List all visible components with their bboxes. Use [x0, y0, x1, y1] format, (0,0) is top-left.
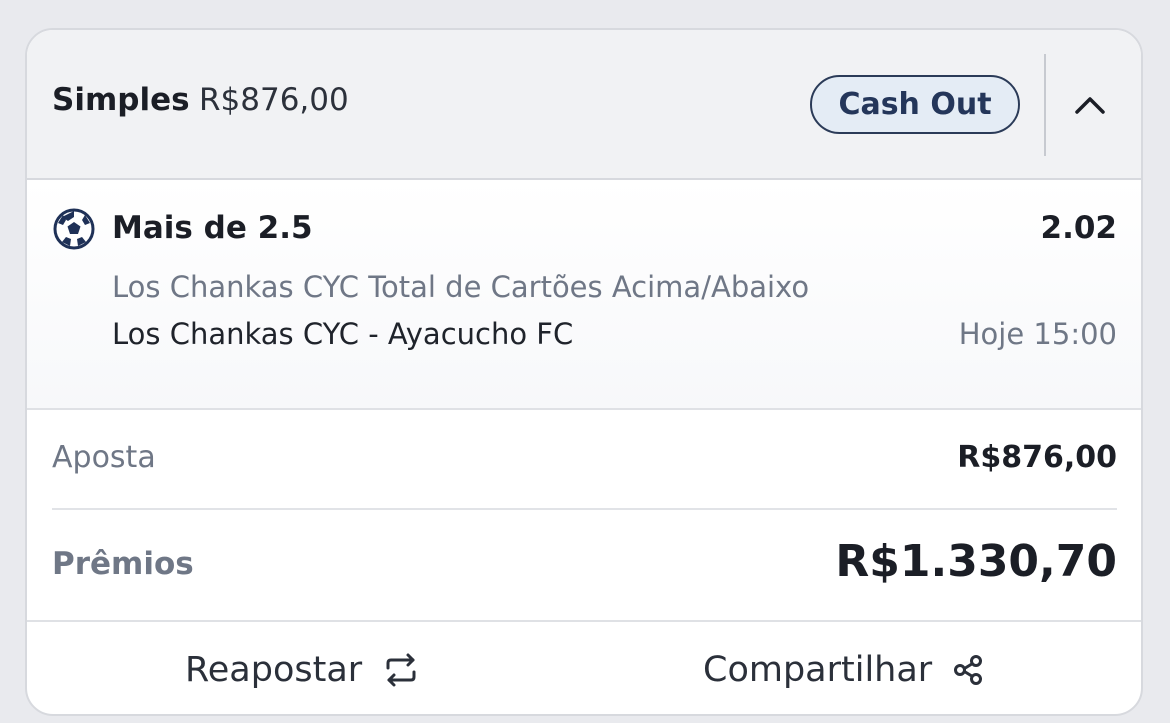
- prize-value: R$1.330,70: [835, 536, 1117, 587]
- prize-label: Prêmios: [52, 546, 194, 582]
- rebet-button[interactable]: Reapostar: [185, 622, 420, 714]
- cash-out-button[interactable]: Cash Out: [810, 75, 1020, 134]
- bet-card-header: Simples R$876,00 Cash Out: [27, 30, 1141, 180]
- stake-label: Aposta: [52, 440, 156, 475]
- prize-row: Prêmios R$1.330,70: [27, 510, 1141, 620]
- header-stake-amount: R$876,00: [199, 82, 349, 118]
- bet-type-label: Simples: [52, 82, 190, 118]
- selection-market: Los Chankas CYC Total de Cartões Acima/A…: [112, 270, 810, 304]
- repeat-icon: [382, 652, 420, 688]
- selection-odds: 2.02: [1040, 210, 1118, 246]
- share-icon: [952, 653, 984, 687]
- chevron-up-icon: [1075, 97, 1105, 114]
- collapse-button[interactable]: [1062, 80, 1118, 130]
- share-button[interactable]: Compartilhar: [703, 622, 984, 714]
- header-divider: [1044, 54, 1046, 156]
- selection-time: Hoje 15:00: [958, 317, 1117, 351]
- bet-card: Simples R$876,00 Cash Out Mais de 2.5 2.…: [25, 28, 1143, 716]
- bet-selection: Mais de 2.5 2.02 Los Chankas CYC Total d…: [27, 180, 1141, 410]
- share-label: Compartilhar: [703, 650, 933, 690]
- selection-title: Mais de 2.5: [112, 210, 313, 246]
- rebet-label: Reapostar: [185, 650, 363, 690]
- selection-event: Los Chankas CYC - Ayacucho FC: [112, 317, 574, 351]
- bet-card-footer: Reapostar Compartilhar: [27, 620, 1141, 714]
- stake-row: Aposta R$876,00: [27, 410, 1141, 510]
- stake-value: R$876,00: [957, 440, 1117, 475]
- soccer-ball-icon: [53, 208, 95, 250]
